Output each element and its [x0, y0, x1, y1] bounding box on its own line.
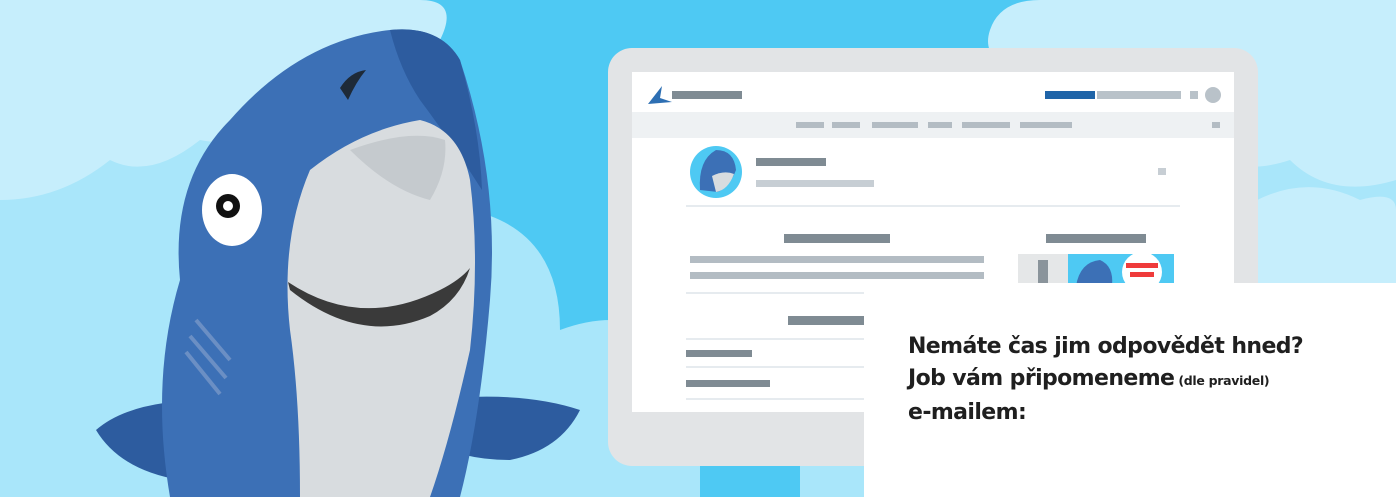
nav-active-placeholder [1045, 91, 1095, 99]
callout-line-2: Job vám připomeneme (dle pravidel) [908, 363, 1376, 397]
callout-line-2-main: Job vám připomeneme [908, 366, 1175, 391]
avatar-placeholder [1205, 87, 1221, 103]
app-title-placeholder [672, 91, 742, 99]
notification-icon [1126, 263, 1158, 268]
callout-line-2-note: (dle pravidel) [1178, 373, 1270, 388]
callout-line-1: Nemáte čas jim odpovědět hned? [908, 334, 1304, 359]
profile-sub-placeholder [756, 180, 874, 187]
section-heading-placeholder [784, 234, 890, 243]
profile-name-placeholder [756, 158, 826, 166]
callout-line-3: e-mailem: [908, 400, 1027, 425]
reminder-callout: Nemáte čas jim odpovědět hned? Job vám p… [864, 283, 1396, 497]
nav-placeholder [1097, 91, 1181, 99]
nav-dot-placeholder [1190, 91, 1198, 99]
promo-banner: Nemáte čas jim odpovědět hned? Job vám p… [0, 0, 1396, 497]
